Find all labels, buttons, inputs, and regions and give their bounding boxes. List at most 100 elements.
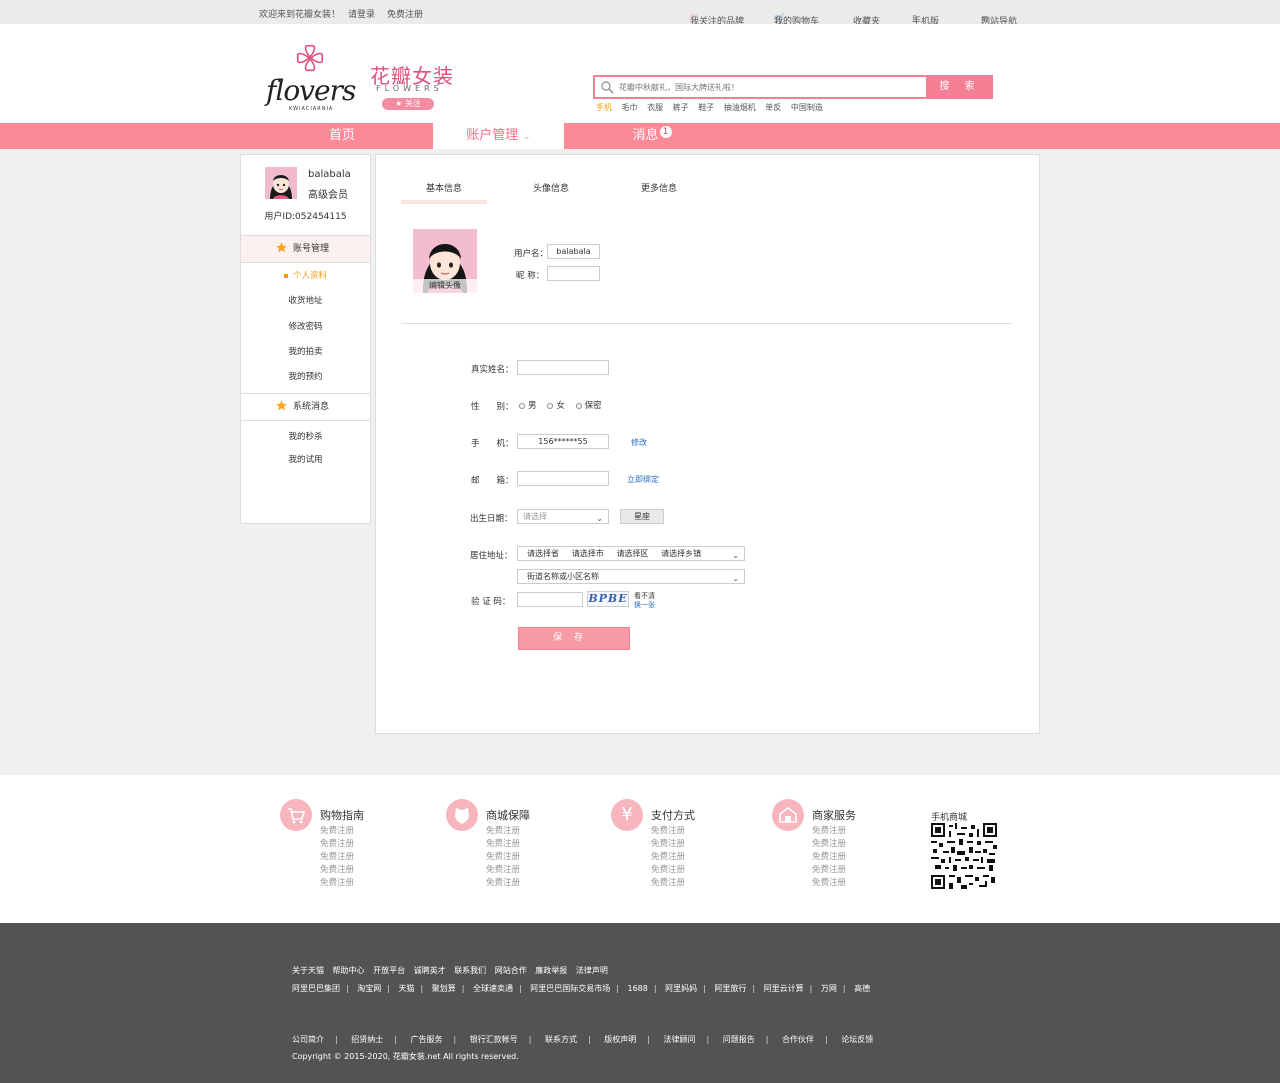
save-button[interactable]: 保存 — [518, 627, 630, 650]
sidebar-item-trial[interactable]: 我的试用 — [241, 453, 370, 465]
footer-link[interactable]: 阿里妈妈 — [665, 984, 697, 993]
footer-link[interactable]: 银行汇款帐号 — [470, 1034, 518, 1045]
hotword-link[interactable]: 鞋子 — [698, 103, 714, 112]
footer-link[interactable]: 廉政举报 — [535, 966, 567, 975]
edit-avatar-button[interactable]: 编辑头像 — [413, 279, 477, 293]
footer-link[interactable]: 合作伙伴 — [782, 1034, 814, 1045]
hotword-link[interactable]: 衣服 — [647, 103, 663, 112]
footer-link[interactable]: 天猫 — [399, 984, 415, 993]
service-link[interactable]: 免费注册 — [320, 876, 354, 888]
footer-link[interactable]: 阿里云计算 — [764, 984, 804, 993]
service-link[interactable]: 免费注册 — [651, 876, 685, 888]
service-link[interactable]: 免费注册 — [812, 850, 846, 862]
nav-account[interactable]: 账户管理 ⌄ — [433, 123, 564, 149]
footer-link[interactable]: 万网 — [821, 984, 837, 993]
hotword-link[interactable]: 毛巾 — [622, 103, 638, 112]
footer-link[interactable]: 高德 — [854, 984, 870, 993]
footer-link[interactable]: 版权声明 — [604, 1034, 636, 1045]
service-link[interactable]: 免费注册 — [651, 824, 685, 836]
footer-link[interactable]: 帮助中心 — [333, 966, 365, 975]
footer-link[interactable]: 诚聘英才 — [414, 966, 446, 975]
footer-link[interactable]: 阿里旅行 — [714, 984, 746, 993]
service-link[interactable]: 免费注册 — [486, 850, 520, 862]
service-link[interactable]: 免费注册 — [812, 824, 846, 836]
footer-link[interactable]: 阿里巴巴国际交易市场 — [530, 984, 610, 993]
search-icon — [601, 81, 614, 94]
service-link[interactable]: 免费注册 — [320, 850, 354, 862]
sidebar-item-reservation[interactable]: 我的预约 — [241, 370, 370, 382]
service-link[interactable]: 免费注册 — [812, 863, 846, 875]
footer-link[interactable]: 论坛反馈 — [841, 1034, 873, 1045]
hotword-link[interactable]: 手机 — [596, 103, 612, 112]
footer-link[interactable]: 广告服务 — [411, 1034, 443, 1045]
service-link[interactable]: 免费注册 — [486, 837, 520, 849]
footer-link[interactable]: 网站合作 — [495, 966, 527, 975]
birthdate-select[interactable]: 请选择 ⌄ — [517, 509, 609, 524]
email-input[interactable] — [517, 471, 609, 486]
search-button[interactable]: 搜 索 — [927, 75, 993, 99]
tab-avatar-info[interactable]: 头像信息 — [508, 181, 594, 194]
footer-link[interactable]: 问题报告 — [723, 1034, 755, 1045]
radio-button[interactable] — [547, 402, 554, 409]
sidebar-item-password[interactable]: 修改密码 — [241, 320, 370, 332]
hotword-link[interactable]: 抽油烟机 — [724, 103, 756, 112]
footer-link[interactable]: 联系方式 — [545, 1034, 577, 1045]
sidebar-item-flash-sale[interactable]: 我的秒杀 — [241, 430, 370, 442]
footer-link[interactable]: 阿里巴巴集团 — [292, 984, 340, 993]
radio-button[interactable] — [575, 402, 582, 409]
footer-link[interactable]: 全球速卖通 — [473, 984, 513, 993]
nav-home[interactable]: 首页 — [251, 123, 433, 149]
realname-input[interactable] — [517, 360, 609, 375]
logo-wordmark[interactable]: flovers — [266, 74, 356, 107]
service-link[interactable]: 免费注册 — [651, 863, 685, 875]
service-link[interactable]: 免费注册 — [320, 837, 354, 849]
gender-radio-secret[interactable]: 保密 — [575, 401, 602, 411]
nav-messages[interactable]: 消息 1 — [564, 123, 740, 149]
zodiac-button[interactable]: 星座 — [620, 509, 664, 524]
tab-basic-info[interactable]: 基本信息 — [401, 181, 487, 194]
footer-link[interactable]: 聚划算 — [432, 984, 456, 993]
service-link[interactable]: 免费注册 — [486, 863, 520, 875]
login-link[interactable]: 请登录 — [348, 7, 375, 20]
service-link[interactable]: 免费注册 — [651, 837, 685, 849]
email-bind-link[interactable]: 立即绑定 — [627, 474, 659, 485]
footer-link[interactable]: 开放平台 — [373, 966, 405, 975]
captcha-image[interactable]: BPBE — [587, 591, 629, 607]
hotword-link[interactable]: 单反 — [765, 103, 781, 112]
gender-radio-female[interactable]: 女 — [547, 401, 565, 411]
footer-link[interactable]: 联系我们 — [454, 966, 486, 975]
address-region-select[interactable]: 请选择省 请选择市 请选择区 请选择乡镇 ⌄ — [517, 546, 745, 561]
register-link[interactable]: 免费注册 — [387, 7, 423, 20]
sidebar-item-profile[interactable]: 个人资料 — [241, 269, 370, 281]
search-input[interactable] — [619, 80, 919, 94]
service-link[interactable]: 免费注册 — [812, 876, 846, 888]
sidebar-section-messages[interactable]: 系统消息 — [241, 393, 370, 421]
phone-edit-link[interactable]: 修改 — [631, 437, 647, 448]
captcha-input[interactable] — [517, 592, 583, 607]
nickname-input[interactable] — [547, 266, 600, 281]
hotword-link[interactable]: 中国制造 — [791, 103, 823, 112]
service-link[interactable]: 免费注册 — [486, 876, 520, 888]
service-link[interactable]: 免费注册 — [320, 824, 354, 836]
service-link[interactable]: 免费注册 — [651, 850, 685, 862]
sidebar-item-address[interactable]: 收货地址 — [241, 294, 370, 306]
service-link[interactable]: 免费注册 — [812, 837, 846, 849]
hotword-link[interactable]: 裤子 — [673, 103, 689, 112]
captcha-refresh-link[interactable]: 换一张 — [634, 600, 655, 610]
footer-link[interactable]: 公司简介 — [292, 1034, 324, 1045]
footer-link[interactable]: 淘宝网 — [357, 984, 381, 993]
tab-more-info[interactable]: 更多信息 — [616, 181, 702, 194]
footer-link[interactable]: 法律声明 — [576, 966, 608, 975]
footer-link[interactable]: 1688 — [628, 984, 648, 993]
sidebar-item-auction[interactable]: 我的拍卖 — [241, 345, 370, 357]
service-link[interactable]: 免费注册 — [486, 824, 520, 836]
footer-link[interactable]: 法律顾问 — [664, 1034, 696, 1045]
radio-button[interactable] — [519, 402, 525, 409]
footer-link[interactable]: 招贤纳士 — [351, 1034, 383, 1045]
gender-radio-male[interactable]: 男 — [519, 401, 537, 411]
footer-link[interactable]: 关于天猫 — [292, 966, 324, 975]
sidebar-section-account[interactable]: 账号管理 — [241, 235, 370, 263]
street-select[interactable]: 街道名称或小区名称 ⌄ — [517, 569, 745, 584]
service-link[interactable]: 免费注册 — [320, 863, 354, 875]
follow-button[interactable]: ★ 关注 — [382, 98, 434, 110]
